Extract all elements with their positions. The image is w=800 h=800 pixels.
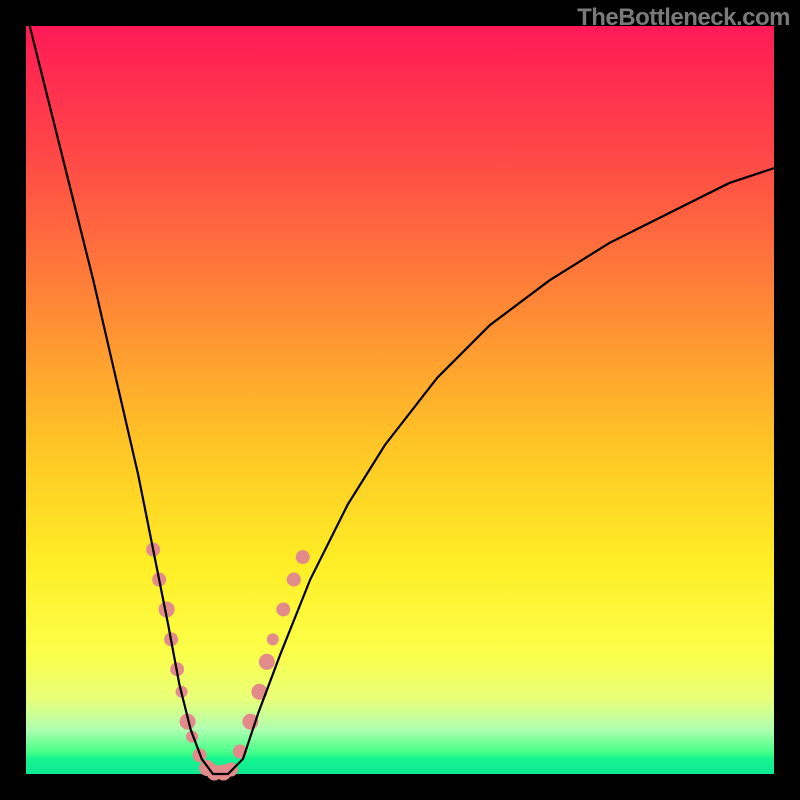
bottleneck-curve bbox=[26, 11, 774, 774]
marker-point bbox=[267, 633, 279, 645]
marker-point bbox=[276, 602, 290, 616]
marker-point bbox=[287, 573, 301, 587]
markers-layer bbox=[146, 543, 310, 781]
marker-point bbox=[259, 654, 275, 670]
chart-svg bbox=[0, 0, 800, 800]
marker-point bbox=[296, 550, 310, 564]
